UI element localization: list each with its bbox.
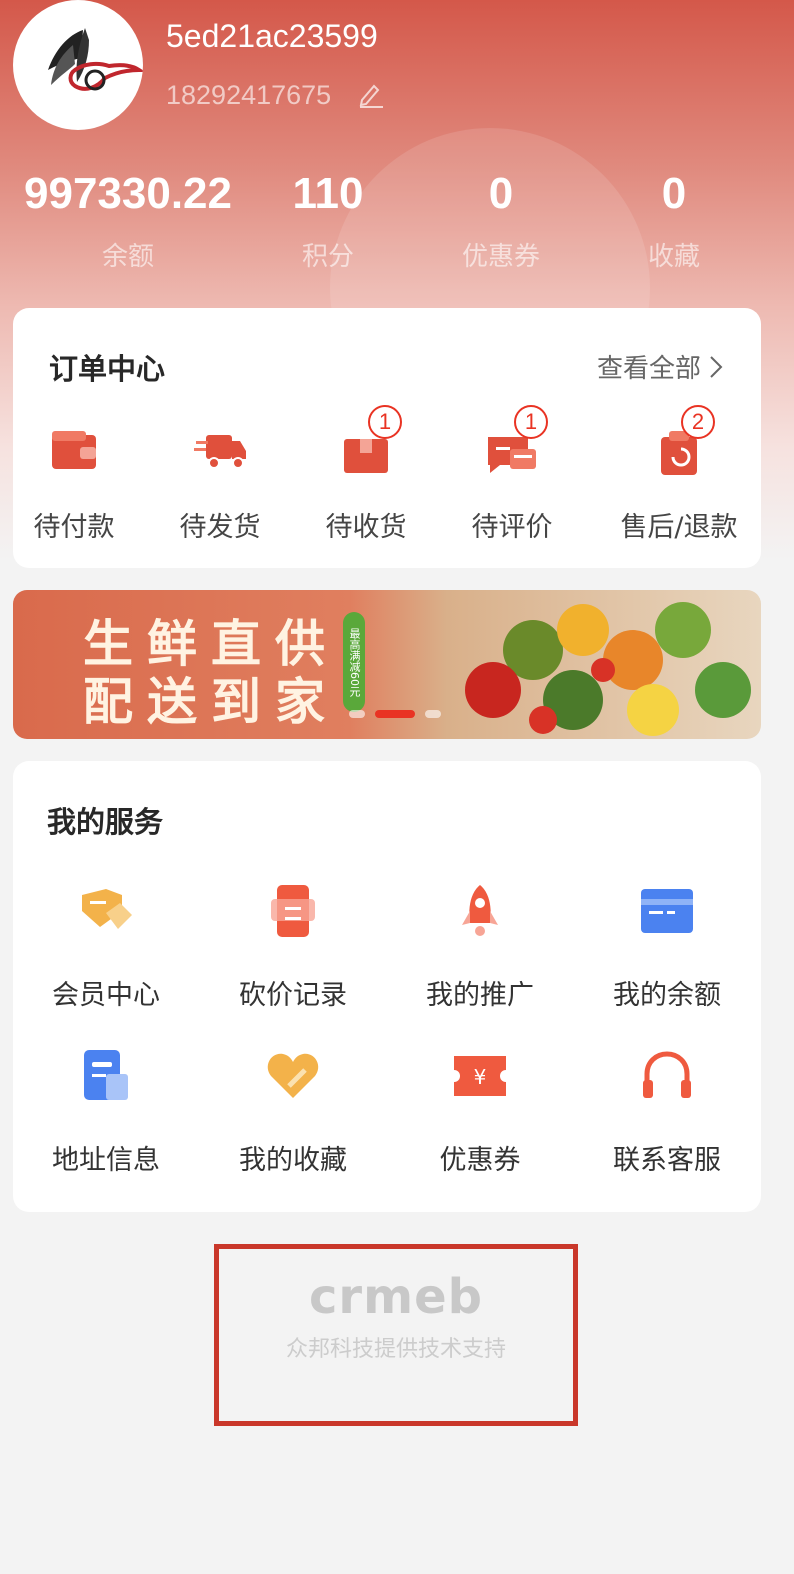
- view-all-label: 查看全部: [596, 354, 701, 384]
- service-customer-support[interactable]: 联系客服: [582, 1046, 752, 1177]
- username: 5ed21ac23599: [166, 18, 378, 54]
- stat-balance-label: 余额: [101, 242, 154, 272]
- stat-points-value: 110: [292, 169, 364, 218]
- coupon-icon: ¥: [454, 1056, 506, 1096]
- service-promotion[interactable]: 我的推广: [395, 881, 565, 1012]
- headset-icon: [643, 1051, 691, 1098]
- order-pending-receipt[interactable]: 1 待收货: [291, 405, 441, 544]
- tech-support-highlight-box: crmeb 众邦科技提供技术支持: [214, 1244, 578, 1426]
- stat-points[interactable]: 110 积分: [268, 166, 388, 273]
- order-pending-payment[interactable]: 待付款: [0, 423, 149, 544]
- banner-pagination: [349, 710, 441, 718]
- service-favorites[interactable]: 我的收藏: [208, 1046, 378, 1177]
- services-title: 我的服务: [47, 805, 164, 839]
- view-all-orders-link[interactable]: 查看全部: [597, 348, 723, 385]
- order-pending-review[interactable]: 1 待评价: [437, 405, 587, 544]
- vip-icon: [82, 889, 132, 929]
- edit-icon[interactable]: [357, 80, 385, 108]
- stat-points-label: 积分: [301, 242, 354, 272]
- banner-title-line2: 配送到家: [83, 673, 339, 731]
- pagination-dot[interactable]: [425, 710, 441, 718]
- stat-coupons[interactable]: 0 优惠券: [441, 166, 561, 273]
- phone-number: 18292417675: [166, 80, 332, 110]
- service-label: 联系客服: [613, 1145, 721, 1176]
- stat-favorites[interactable]: 0 收藏: [614, 166, 734, 273]
- order-item-label: 待发货: [179, 512, 261, 543]
- order-after-sales[interactable]: 2 售后/退款: [604, 405, 754, 544]
- card-icon: [641, 889, 693, 933]
- service-balance[interactable]: 我的余额: [582, 881, 752, 1012]
- service-label: 砍价记录: [239, 980, 347, 1011]
- stat-favorites-value: 0: [661, 169, 687, 218]
- stat-balance-value: 997330.22: [24, 169, 232, 218]
- chevron-right-icon: [710, 355, 723, 378]
- service-bargain-records[interactable]: 砍价记录: [208, 881, 378, 1012]
- service-label: 优惠券: [439, 1145, 521, 1176]
- order-badge: 1: [368, 405, 402, 439]
- crmeb-logo: crmeb: [308, 1269, 484, 1325]
- pagination-dot-active[interactable]: [375, 710, 415, 718]
- wallet-icon: [52, 431, 96, 469]
- banner-tag: 最高满减60元: [343, 612, 365, 712]
- order-item-label: 待评价: [471, 512, 553, 543]
- service-label: 我的推广: [426, 980, 534, 1011]
- heart-icon: [267, 1053, 319, 1098]
- order-pending-shipment[interactable]: 待发货: [145, 423, 295, 544]
- order-item-label: 待付款: [33, 512, 115, 543]
- services-card: 我的服务 会员中心 砍价记录 我的推广 我的余额 地址信息 我的收藏 ¥ 优惠券…: [13, 761, 761, 1212]
- rocket-icon: [462, 885, 498, 936]
- svg-text:¥: ¥: [474, 1065, 487, 1089]
- order-item-label: 待收货: [325, 512, 407, 543]
- order-center-card: 订单中心 查看全部 待付款 待发货 1 待收货 1 待评价 2 售后/退款: [13, 308, 761, 568]
- service-label: 会员中心: [52, 980, 160, 1011]
- service-label: 我的余额: [613, 980, 721, 1011]
- service-coupons[interactable]: ¥ 优惠券: [395, 1046, 565, 1177]
- order-badge: 2: [681, 405, 715, 439]
- order-center-title: 订单中心: [49, 352, 166, 386]
- address-icon: [84, 1050, 128, 1100]
- service-vip-center[interactable]: 会员中心: [21, 881, 191, 1012]
- service-label: 我的收藏: [239, 1145, 347, 1176]
- stat-coupons-value: 0: [488, 169, 514, 218]
- pagination-dot[interactable]: [349, 710, 365, 718]
- order-item-label: 售后/退款: [620, 512, 738, 543]
- vegetables-image: [465, 602, 751, 736]
- order-badge: 1: [514, 405, 548, 439]
- tech-support-text: 众邦科技提供技术支持: [285, 1337, 506, 1362]
- service-address[interactable]: 地址信息: [21, 1046, 191, 1177]
- avatar[interactable]: [13, 0, 143, 130]
- stat-balance[interactable]: 997330.22 余额: [13, 166, 243, 273]
- truck-icon: [194, 435, 246, 469]
- service-label: 地址信息: [52, 1145, 160, 1176]
- promo-banner[interactable]: 生鲜直供 配送到家 最高满减60元: [13, 590, 761, 739]
- bargain-icon: [271, 885, 315, 937]
- stat-favorites-label: 收藏: [647, 242, 700, 272]
- stat-coupons-label: 优惠券: [461, 242, 540, 272]
